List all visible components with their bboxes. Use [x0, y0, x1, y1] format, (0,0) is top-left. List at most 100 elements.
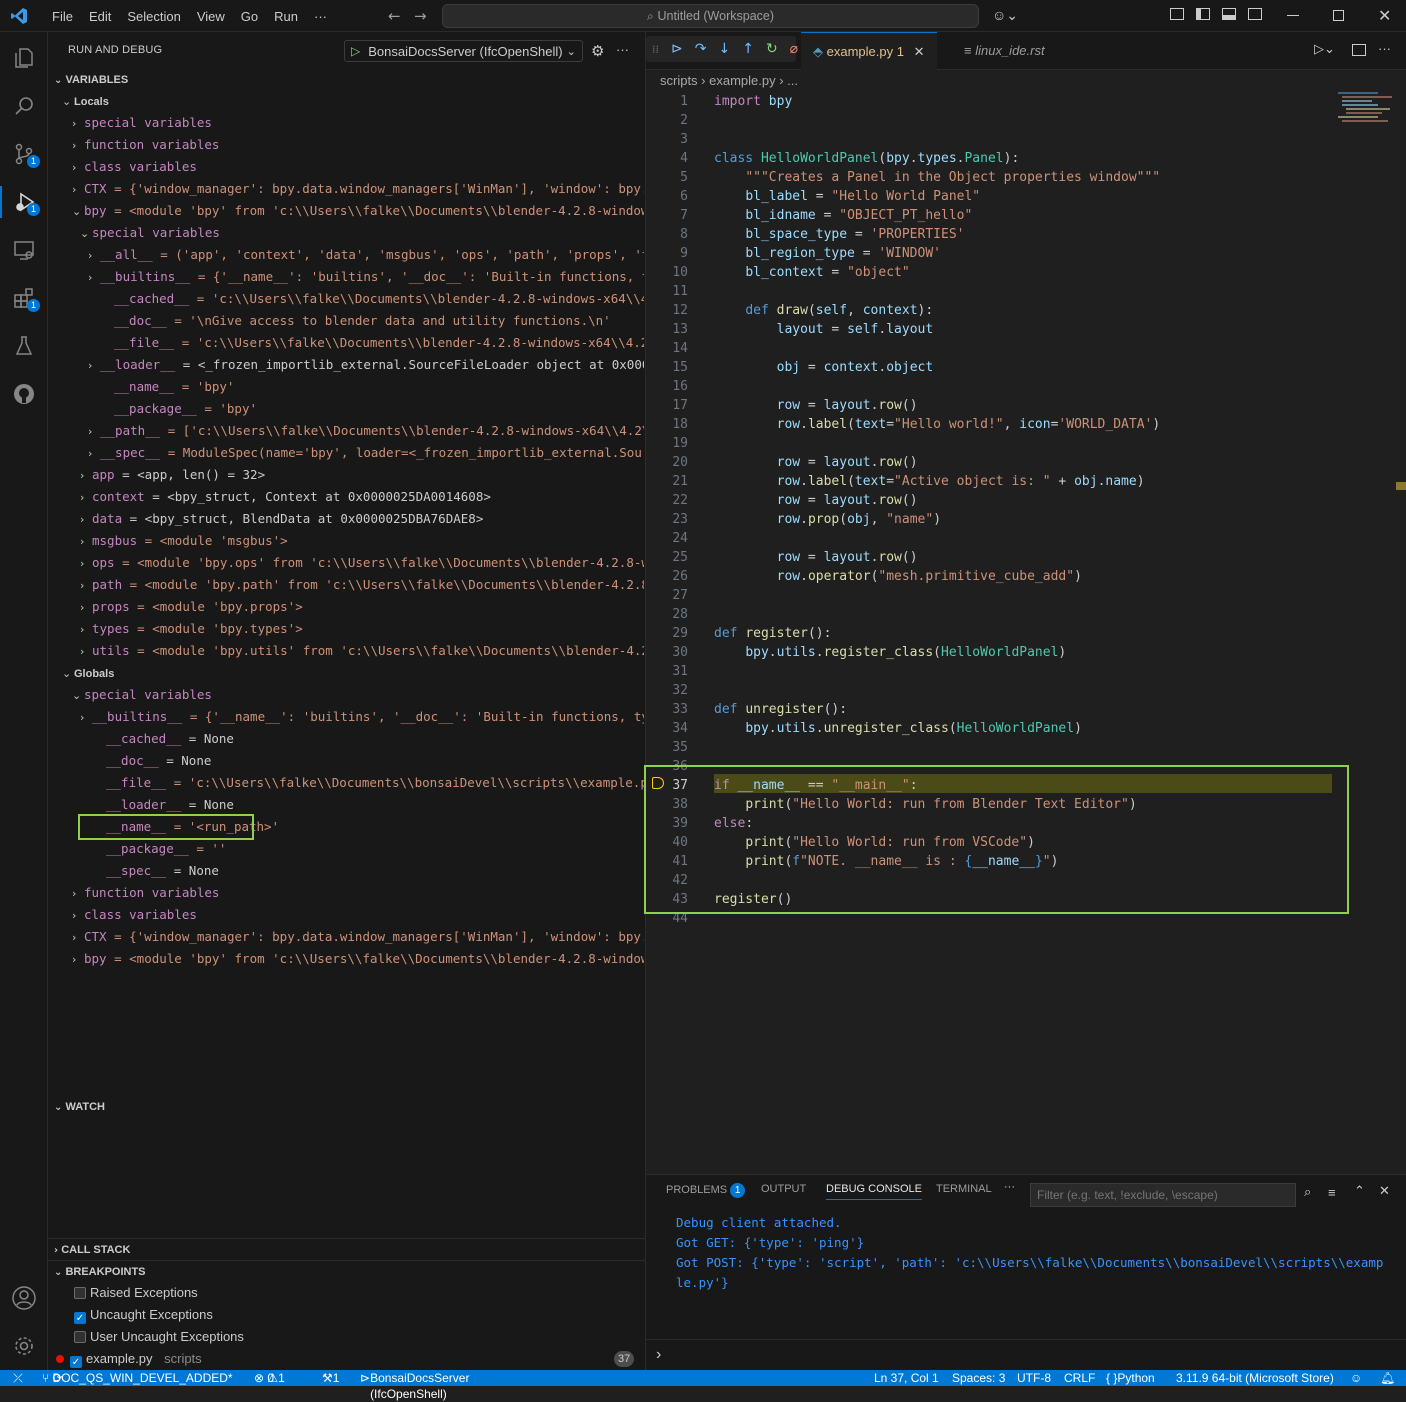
variable-row[interactable]: ⌄ special variables — [48, 222, 644, 244]
code-line[interactable]: 14 — [646, 339, 1346, 358]
chevron-down-icon[interactable]: ⌄ — [80, 223, 92, 244]
line-number[interactable]: 5 — [646, 168, 688, 187]
variable-row[interactable]: › path = <module 'bpy.path' from 'c:\\Use… — [48, 574, 644, 596]
more-actions-icon[interactable]: ··· — [616, 42, 629, 57]
code-line[interactable]: 35 — [646, 738, 1346, 757]
disconnect-icon[interactable]: ⌀ — [790, 41, 798, 57]
line-number[interactable]: 7 — [646, 206, 688, 225]
search-icon[interactable] — [8, 90, 40, 122]
chevron-right-icon[interactable]: › — [80, 487, 92, 508]
code-line[interactable]: 8 bl_space_type = 'PROPERTIES' — [646, 225, 1346, 244]
line-number[interactable]: 8 — [646, 225, 688, 244]
chevron-right-icon[interactable]: › — [72, 157, 84, 178]
line-number[interactable]: 24 — [646, 529, 688, 548]
chevron-right-icon[interactable]: › — [72, 113, 84, 134]
line-number[interactable]: 16 — [646, 377, 688, 396]
continue-icon[interactable]: ⊳ — [671, 41, 683, 57]
uncaught-exceptions-checkbox[interactable]: ✓ — [74, 1312, 86, 1324]
back-arrow-icon[interactable]: ← — [388, 7, 401, 25]
variable-row[interactable]: __file__ = 'c:\\Users\\falke\\Documents\… — [48, 332, 644, 354]
forward-arrow-icon[interactable]: → — [414, 7, 427, 25]
code-line[interactable]: 30 bpy.utils.register_class(HelloWorldPa… — [646, 643, 1346, 662]
chevron-down-icon[interactable]: ⌄ — [72, 685, 84, 706]
minimize-icon[interactable] — [1287, 15, 1299, 16]
console-input[interactable]: › — [646, 1339, 1406, 1371]
tab-terminal[interactable]: TERMINAL — [936, 1183, 992, 1195]
line-number[interactable]: 27 — [646, 586, 688, 605]
line-number[interactable]: 22 — [646, 491, 688, 510]
chevron-right-icon[interactable]: › — [72, 883, 84, 904]
cursor-position[interactable]: Ln 37, Col 1 — [874, 1370, 939, 1386]
line-number[interactable]: 34 — [646, 719, 688, 738]
chevron-right-icon[interactable]: › — [80, 619, 92, 640]
line-number[interactable]: 14 — [646, 339, 688, 358]
chevron-right-icon[interactable]: › — [72, 927, 84, 948]
line-number[interactable]: 12 — [646, 301, 688, 320]
chevron-right-icon[interactable]: › — [72, 179, 84, 200]
example-breakpoint-checkbox[interactable]: ✓ — [70, 1356, 82, 1368]
chevron-right-icon[interactable]: › — [80, 531, 92, 552]
editor-more-actions-icon[interactable]: ··· — [1378, 41, 1391, 56]
menu-file[interactable]: File — [44, 9, 81, 24]
menu-run[interactable]: Run — [266, 9, 306, 24]
variable-row[interactable]: › context = <bpy_struct, Context at 0x000… — [48, 486, 644, 508]
maximize-icon[interactable] — [1333, 10, 1344, 21]
code-line[interactable]: 4 class HelloWorldPanel(bpy.types.Panel): — [646, 149, 1346, 168]
indentation-status[interactable]: Spaces: 3 — [952, 1370, 1005, 1386]
line-number[interactable]: 23 — [646, 510, 688, 529]
code-line[interactable]: 7 bl_idname = "OBJECT_PT_hello" — [646, 206, 1346, 225]
raised-exceptions-checkbox[interactable] — [74, 1287, 86, 1299]
variable-row[interactable]: __file__ = 'c:\\Users\\falke\\Documents\… — [48, 772, 644, 794]
variable-row[interactable]: › __spec__ = ModuleSpec(name='bpy', loade… — [48, 442, 644, 464]
variable-row[interactable]: › class variables — [48, 156, 644, 178]
find-icon[interactable]: ⌕ — [1304, 1185, 1311, 1200]
variable-row[interactable]: › bpy = <module 'bpy' from 'c:\\Users\\fa… — [48, 948, 644, 970]
code-line[interactable]: 20 row = layout.row() — [646, 453, 1346, 472]
layout-toggle-icon[interactable] — [1170, 8, 1184, 20]
watch-section-header[interactable]: ⌄ WATCH — [48, 1096, 646, 1118]
explorer-icon[interactable] — [8, 42, 40, 74]
variable-row[interactable]: ⌄ special variables — [48, 684, 644, 706]
variable-row[interactable]: __doc__ = '\nGive access to blender data… — [48, 310, 644, 332]
chevron-right-icon[interactable]: › — [88, 245, 100, 266]
chevron-down-icon[interactable]: ⌄ — [72, 201, 84, 222]
chevron-right-icon[interactable]: › — [80, 465, 92, 486]
settings-gear-icon[interactable] — [8, 1330, 40, 1362]
tab-problems[interactable]: PROBLEMS 1 — [666, 1183, 746, 1198]
drag-handle-icon[interactable]: ⁞⁞ — [652, 43, 659, 56]
testing-flask-icon[interactable] — [8, 330, 40, 362]
code-line[interactable]: 17 row = layout.row() — [646, 396, 1346, 415]
chevron-right-icon[interactable]: › — [72, 949, 84, 970]
remote-explorer-icon[interactable] — [8, 234, 40, 266]
variable-row[interactable]: __loader__ = None — [48, 794, 644, 816]
extensions-icon[interactable]: 1 — [8, 282, 40, 314]
close-tab-icon[interactable]: ✕ — [914, 45, 925, 60]
variable-row[interactable]: › __all__ = ('app', 'context', 'data', 'm… — [48, 244, 644, 266]
variable-row[interactable]: › special variables — [48, 112, 644, 134]
restart-icon[interactable]: ↻ — [766, 41, 778, 57]
copilot-status-icon[interactable]: ☺ — [1350, 1370, 1362, 1386]
variable-row[interactable]: __package__ = 'bpy' — [48, 398, 644, 420]
chevron-right-icon[interactable]: › — [80, 575, 92, 596]
close-window-icon[interactable]: ✕ — [1378, 6, 1391, 25]
chevron-right-icon[interactable]: › — [80, 597, 92, 618]
code-line[interactable]: 25 row = layout.row() — [646, 548, 1346, 567]
variable-row[interactable]: › utils = <module 'bpy.utils' from 'c:\\U… — [48, 640, 644, 662]
code-line[interactable]: 18 row.label(text="Hello world!", icon='… — [646, 415, 1346, 434]
debug-config-dropdown[interactable]: ▷ BonsaiDocsServer (IfcOpenShell) ⌄ — [344, 40, 583, 62]
language-status[interactable]: { } Python — [1106, 1370, 1155, 1386]
code-line[interactable]: 16 — [646, 377, 1346, 396]
breakpoint-uncaught-exceptions[interactable]: ✓ Uncaught Exceptions — [74, 1304, 213, 1326]
chevron-right-icon[interactable]: › — [72, 135, 84, 156]
code-line[interactable]: 33 def unregister(): — [646, 700, 1346, 719]
locals-scope[interactable]: ⌄ Locals — [48, 90, 644, 112]
tab-example-py[interactable]: ⬘ example.py 1 ✕ — [801, 32, 937, 70]
variable-row[interactable]: › __loader__ = <_frozen_importlib_externa… — [48, 354, 644, 376]
chevron-right-icon[interactable]: › — [80, 641, 92, 662]
line-number[interactable]: 6 — [646, 187, 688, 206]
code-line[interactable]: 21 row.label(text="Active object is: " +… — [646, 472, 1346, 491]
code-line[interactable]: 29 def register(): — [646, 624, 1346, 643]
chevron-right-icon[interactable]: › — [80, 553, 92, 574]
chevron-right-icon[interactable]: › — [88, 267, 100, 288]
line-number[interactable]: 13 — [646, 320, 688, 339]
